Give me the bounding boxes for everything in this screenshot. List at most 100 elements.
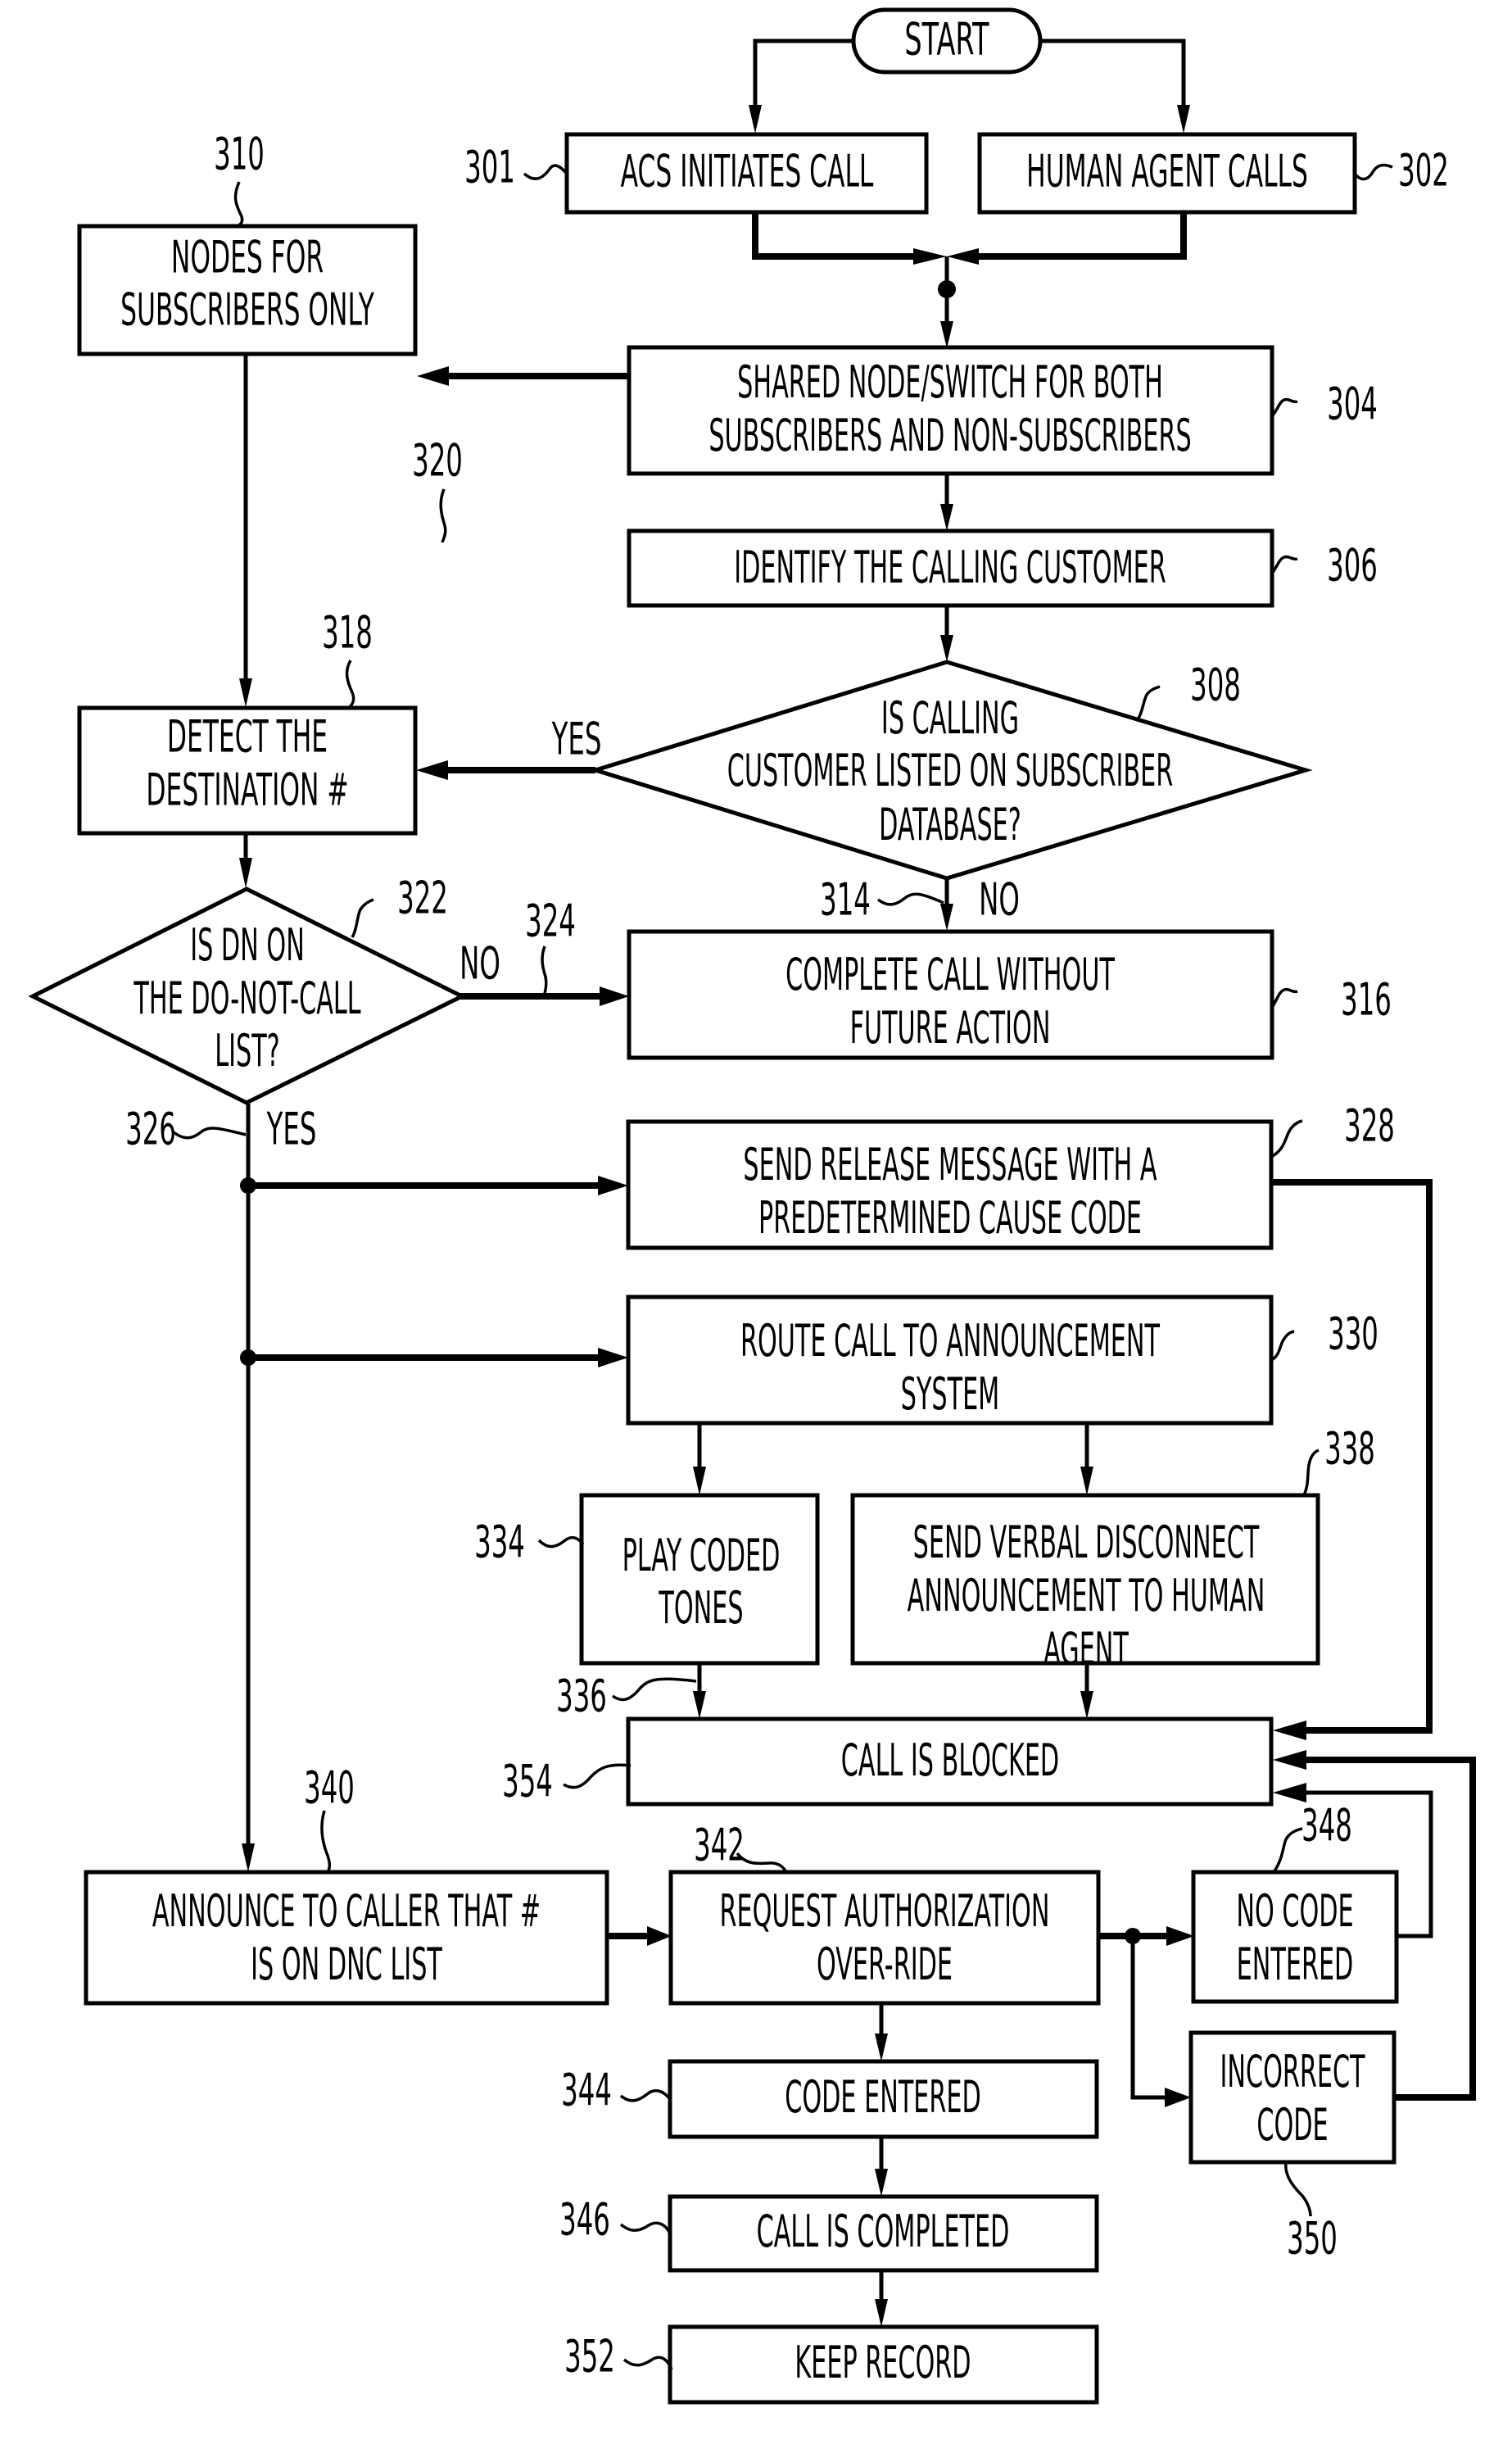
- leader-328: [1270, 1119, 1303, 1159]
- arrowhead-316: [940, 904, 953, 931]
- ref-340: 340: [304, 1763, 355, 1814]
- node-306-text: IDENTIFY THE CALLING CUSTOMER: [734, 542, 1166, 593]
- ref-338: 338: [1324, 1424, 1375, 1475]
- ref-354: 354: [502, 1757, 553, 1807]
- ref-306: 306: [1327, 541, 1378, 592]
- ref-350: 350: [1287, 2214, 1338, 2265]
- node-316-text-2: FUTURE ACTION: [850, 1002, 1051, 1054]
- leader-352: [622, 2356, 673, 2370]
- leader-342: [736, 1852, 788, 1873]
- arrowhead-344: [875, 2034, 888, 2061]
- connector-342-350: [1130, 1936, 1171, 2100]
- arrowhead-merge-left: [913, 248, 947, 265]
- ref-318: 318: [322, 608, 373, 659]
- node-310-text-1: NODES FOR: [171, 233, 324, 283]
- branch-no-322: NO: [459, 939, 500, 990]
- arrowhead-348: [1166, 1926, 1194, 1946]
- node-338-text-1: SEND VERBAL DISCONNECT: [913, 1517, 1260, 1568]
- leader-310: [233, 181, 244, 228]
- leader-322: [351, 898, 374, 938]
- ref-301: 301: [464, 143, 515, 193]
- ref-336: 336: [556, 1671, 607, 1722]
- node-342-text-1: REQUEST AUTHORIZATION: [720, 1885, 1050, 1937]
- node-348-text-1: NO CODE: [1236, 1885, 1353, 1937]
- leader-306: [1270, 555, 1298, 575]
- node-338-text-2: ANNOUNCEMENT TO HUMAN: [908, 1570, 1265, 1621]
- node-301-text: ACS INITIATES CALL: [621, 147, 874, 197]
- ref-344: 344: [561, 2065, 612, 2116]
- leader-316: [1270, 987, 1298, 1009]
- node-346-text: CALL IS COMPLETED: [757, 2206, 1010, 2257]
- leader-304: [1270, 397, 1298, 418]
- node-304-text-1: SHARED NODE/SWITCH FOR BOTH: [737, 356, 1163, 408]
- node-348-text-2: ENTERED: [1237, 1938, 1354, 1990]
- branch-no-308: NO: [979, 875, 1020, 926]
- node-304-text-2: SUBSCRIBERS AND NON-SUBSCRIBERS: [708, 410, 1191, 461]
- leader-301: [523, 164, 568, 180]
- node-330-text-1: ROUTE CALL TO ANNOUNCEMENT: [740, 1315, 1160, 1367]
- start-label: START: [904, 13, 989, 66]
- ref-324: 324: [525, 896, 576, 947]
- node-352-text: KEEP RECORD: [794, 2337, 971, 2388]
- arrowhead-306: [940, 504, 953, 531]
- leader-308: [1135, 685, 1161, 723]
- arrowhead-354-e: [1273, 1750, 1306, 1770]
- ref-326: 326: [125, 1104, 176, 1155]
- junction-dot-top: [938, 280, 956, 298]
- connector-start-301: [753, 39, 853, 123]
- leader-348: [1272, 1827, 1303, 1874]
- arrowhead-354-d: [1273, 1783, 1306, 1802]
- ref-334: 334: [474, 1517, 525, 1568]
- branch-yes-308: YES: [551, 714, 602, 765]
- node-350-text-2: CODE: [1256, 2099, 1328, 2151]
- node-302-text: HUMAN AGENT CALLS: [1026, 147, 1308, 197]
- arrowhead-301: [749, 105, 762, 134]
- arrowhead-354-b: [693, 1691, 706, 1719]
- arrowhead-330: [598, 1348, 628, 1367]
- ref-308: 308: [1190, 660, 1241, 711]
- leader-354: [563, 1763, 632, 1789]
- ref-328: 328: [1344, 1101, 1395, 1152]
- ref-348: 348: [1301, 1801, 1352, 1852]
- leader-346: [619, 2221, 672, 2234]
- ref-316: 316: [1341, 975, 1392, 1026]
- leader-344: [619, 2089, 672, 2102]
- leader-326: [172, 1127, 247, 1140]
- node-308-text-1: IS CALLING: [881, 692, 1019, 744]
- flowchart: START ACS INITIATES CALL HUMAN AGENT CAL…: [28, 7, 1476, 2405]
- node-318-text-1: DETECT THE: [167, 712, 328, 763]
- arrowhead-318: [239, 678, 252, 707]
- leader-302: [1353, 163, 1393, 181]
- leader-330: [1270, 1330, 1295, 1362]
- connector-start-302: [1040, 39, 1186, 123]
- arrowhead-302: [1177, 105, 1190, 134]
- arrowhead-322: [239, 858, 252, 888]
- arrowhead-346: [875, 2169, 888, 2197]
- ref-304: 304: [1327, 379, 1378, 430]
- node-308-text-3: DATABASE?: [879, 799, 1021, 850]
- leader-340: [320, 1810, 332, 1873]
- arrowhead-354-a: [1273, 1721, 1306, 1740]
- node-340-text-2: IS ON DNC LIST: [251, 1938, 442, 1990]
- ref-346: 346: [559, 2195, 610, 2246]
- arrowhead-350: [1165, 2088, 1191, 2107]
- arrowhead-334: [693, 1467, 706, 1495]
- leader-318: [345, 660, 355, 710]
- node-308-text-2: CUSTOMER LISTED ON SUBSCRIBER: [727, 745, 1173, 796]
- leader-324: [541, 945, 548, 997]
- ref-342: 342: [694, 1821, 745, 1871]
- shapes: [28, 7, 1399, 2405]
- node-354-text: CALL IS BLOCKED: [841, 1734, 1059, 1786]
- node-322-text-1: IS DN ON: [190, 919, 305, 971]
- ref-314: 314: [820, 875, 871, 926]
- node-328-text-2: PREDETERMINED CAUSE CODE: [758, 1192, 1142, 1244]
- node-342-text-2: OVER-RIDE: [817, 1938, 953, 1990]
- connector-301-merge: [752, 213, 926, 260]
- node-344-text: CODE ENTERED: [785, 2071, 981, 2123]
- arrowhead-310: [417, 366, 449, 386]
- node-334-text-2: TONES: [659, 1582, 744, 1634]
- leader-320: [439, 488, 447, 543]
- node-338-text-3: AGENT: [1043, 1623, 1129, 1675]
- node-322-text-3: LIST?: [215, 1025, 279, 1077]
- arrowhead-338: [1080, 1467, 1093, 1495]
